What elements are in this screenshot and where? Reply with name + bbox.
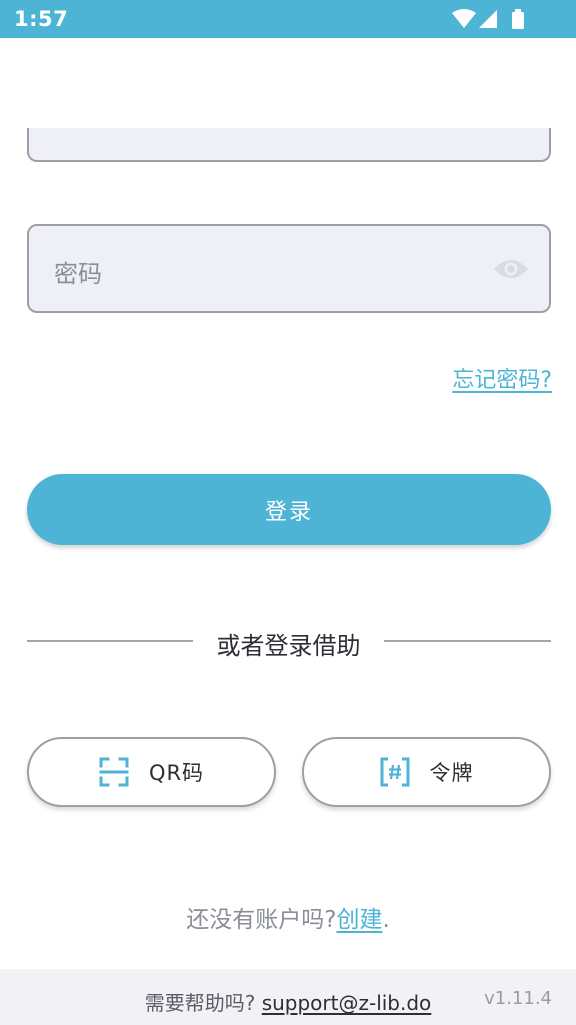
qr-scan-icon: [99, 757, 129, 787]
signal-icon: [479, 10, 497, 28]
qr-code-button[interactable]: QR码: [27, 737, 276, 807]
token-label: 令牌: [429, 761, 474, 785]
status-icons-svg: [452, 9, 524, 29]
eye-icon[interactable]: [493, 256, 529, 282]
status-icons: [452, 9, 536, 29]
support-email-link[interactable]: support@z-lib.do: [262, 991, 432, 1015]
forgot-password-link[interactable]: 忘记密码?: [452, 362, 552, 394]
token-hash-icon: [380, 757, 409, 787]
login-button[interactable]: 登录: [27, 474, 551, 545]
status-bar: 1:57: [0, 0, 576, 38]
password-placeholder: 密码: [54, 260, 102, 288]
divider-right: [384, 640, 551, 642]
status-time: 1:57: [14, 7, 69, 31]
app-version: v1.11.4: [484, 988, 552, 1009]
login-button-label: 登录: [264, 499, 313, 525]
wifi-icon: [452, 9, 476, 28]
create-account-link[interactable]: 创建: [336, 907, 382, 933]
password-field[interactable]: 密码: [27, 224, 551, 313]
qr-code-label: QR码: [148, 761, 205, 785]
signup-prefix: 还没有账户吗?: [186, 907, 337, 933]
signup-suffix: .: [382, 907, 390, 933]
token-button[interactable]: 令牌: [302, 737, 551, 807]
divider-left: [27, 640, 193, 642]
footer: 需要帮助吗? support@z-lib.do v1.11.4: [0, 969, 576, 1025]
help-prefix: 需要帮助吗?: [144, 991, 256, 1015]
divider-text: 或者登录借助: [216, 632, 361, 660]
signup-prompt: 还没有账户吗?创建.: [0, 900, 576, 934]
username-field[interactable]: [27, 128, 551, 162]
battery-icon: [512, 9, 524, 29]
